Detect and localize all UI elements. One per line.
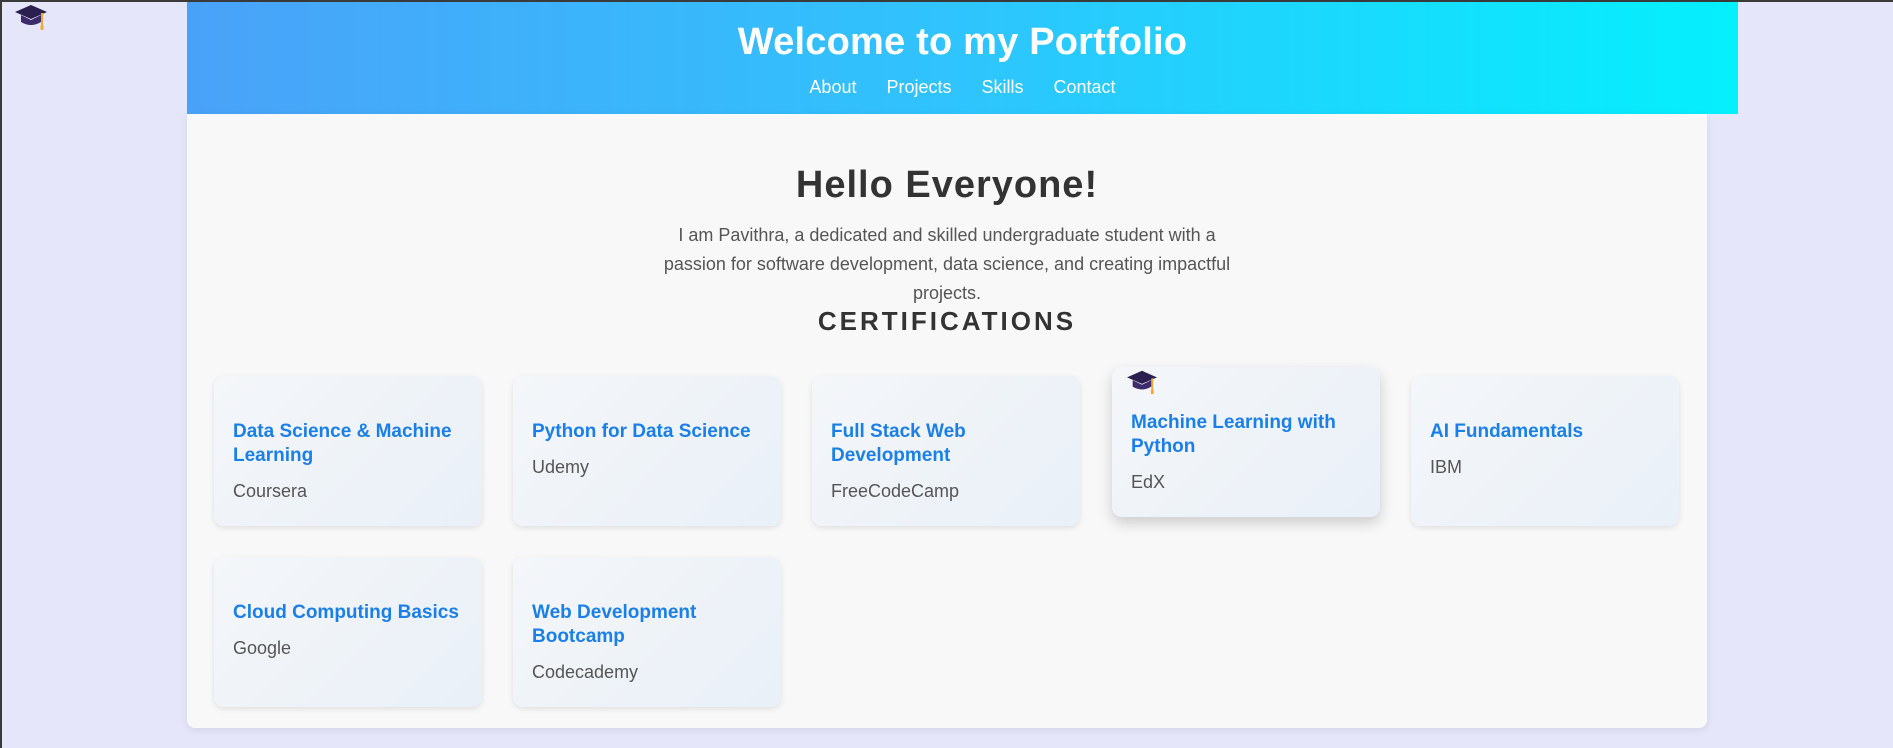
certification-issuer: EdX — [1131, 472, 1166, 492]
certification-title: Web Development Bootcamp — [532, 602, 697, 647]
certification-card[interactable]: Web Development Bootcamp Codecademy — [513, 557, 781, 707]
hero-intro: I am Pavithra, a dedicated and skilled u… — [663, 225, 1231, 303]
certification-issuer: Coursera — [233, 481, 308, 501]
site-header: Welcome to my Portfolio About Projects S… — [187, 2, 1738, 114]
certification-card[interactable]: Python for Data Science Udemy — [513, 376, 781, 526]
main-content: Hello Everyone! I am Pavithra, a dedicat… — [187, 114, 1707, 728]
certification-card[interactable]: Data Science & Machine Learning Coursera — [214, 376, 482, 526]
graduation-cap-icon — [1127, 370, 1157, 395]
certification-card[interactable]: Cloud Computing Basics Google — [214, 557, 482, 707]
certification-card-hovered[interactable]: Machine Learning with Python EdX — [1112, 367, 1380, 517]
certification-card[interactable]: AI Fundamentals IBM — [1411, 376, 1679, 526]
certification-title: Machine Learning with Python — [1131, 412, 1336, 457]
certification-title: Data Science & Machine Learning — [233, 421, 452, 466]
nav-skills-link[interactable]: Skills — [982, 76, 1024, 98]
certification-title: Python for Data Science — [532, 421, 751, 442]
certification-issuer: IBM — [1430, 457, 1463, 477]
graduation-cap-icon — [15, 5, 47, 30]
nav-about-link[interactable]: About — [809, 76, 856, 98]
nav-projects-link[interactable]: Projects — [886, 76, 951, 98]
certification-issuer: Google — [233, 638, 292, 658]
hero-greeting: Hello Everyone! — [795, 164, 1099, 206]
certification-card[interactable]: Full Stack Web Development FreeCodeCamp — [812, 376, 1080, 526]
site-title: Welcome to my Portfolio — [737, 21, 1188, 63]
certifications-heading: CERTIFICATIONS — [817, 306, 1077, 336]
certification-issuer: FreeCodeCamp — [831, 481, 960, 501]
certification-issuer: Codecademy — [532, 662, 639, 682]
nav-contact-link[interactable]: Contact — [1054, 76, 1116, 98]
certification-title: Full Stack Web Development — [831, 421, 966, 466]
certification-issuer: Udemy — [532, 457, 590, 477]
certification-title: AI Fundamentals — [1430, 421, 1584, 442]
main-nav: About Projects Skills Contact — [187, 76, 1738, 98]
certification-title: Cloud Computing Basics — [233, 602, 459, 623]
